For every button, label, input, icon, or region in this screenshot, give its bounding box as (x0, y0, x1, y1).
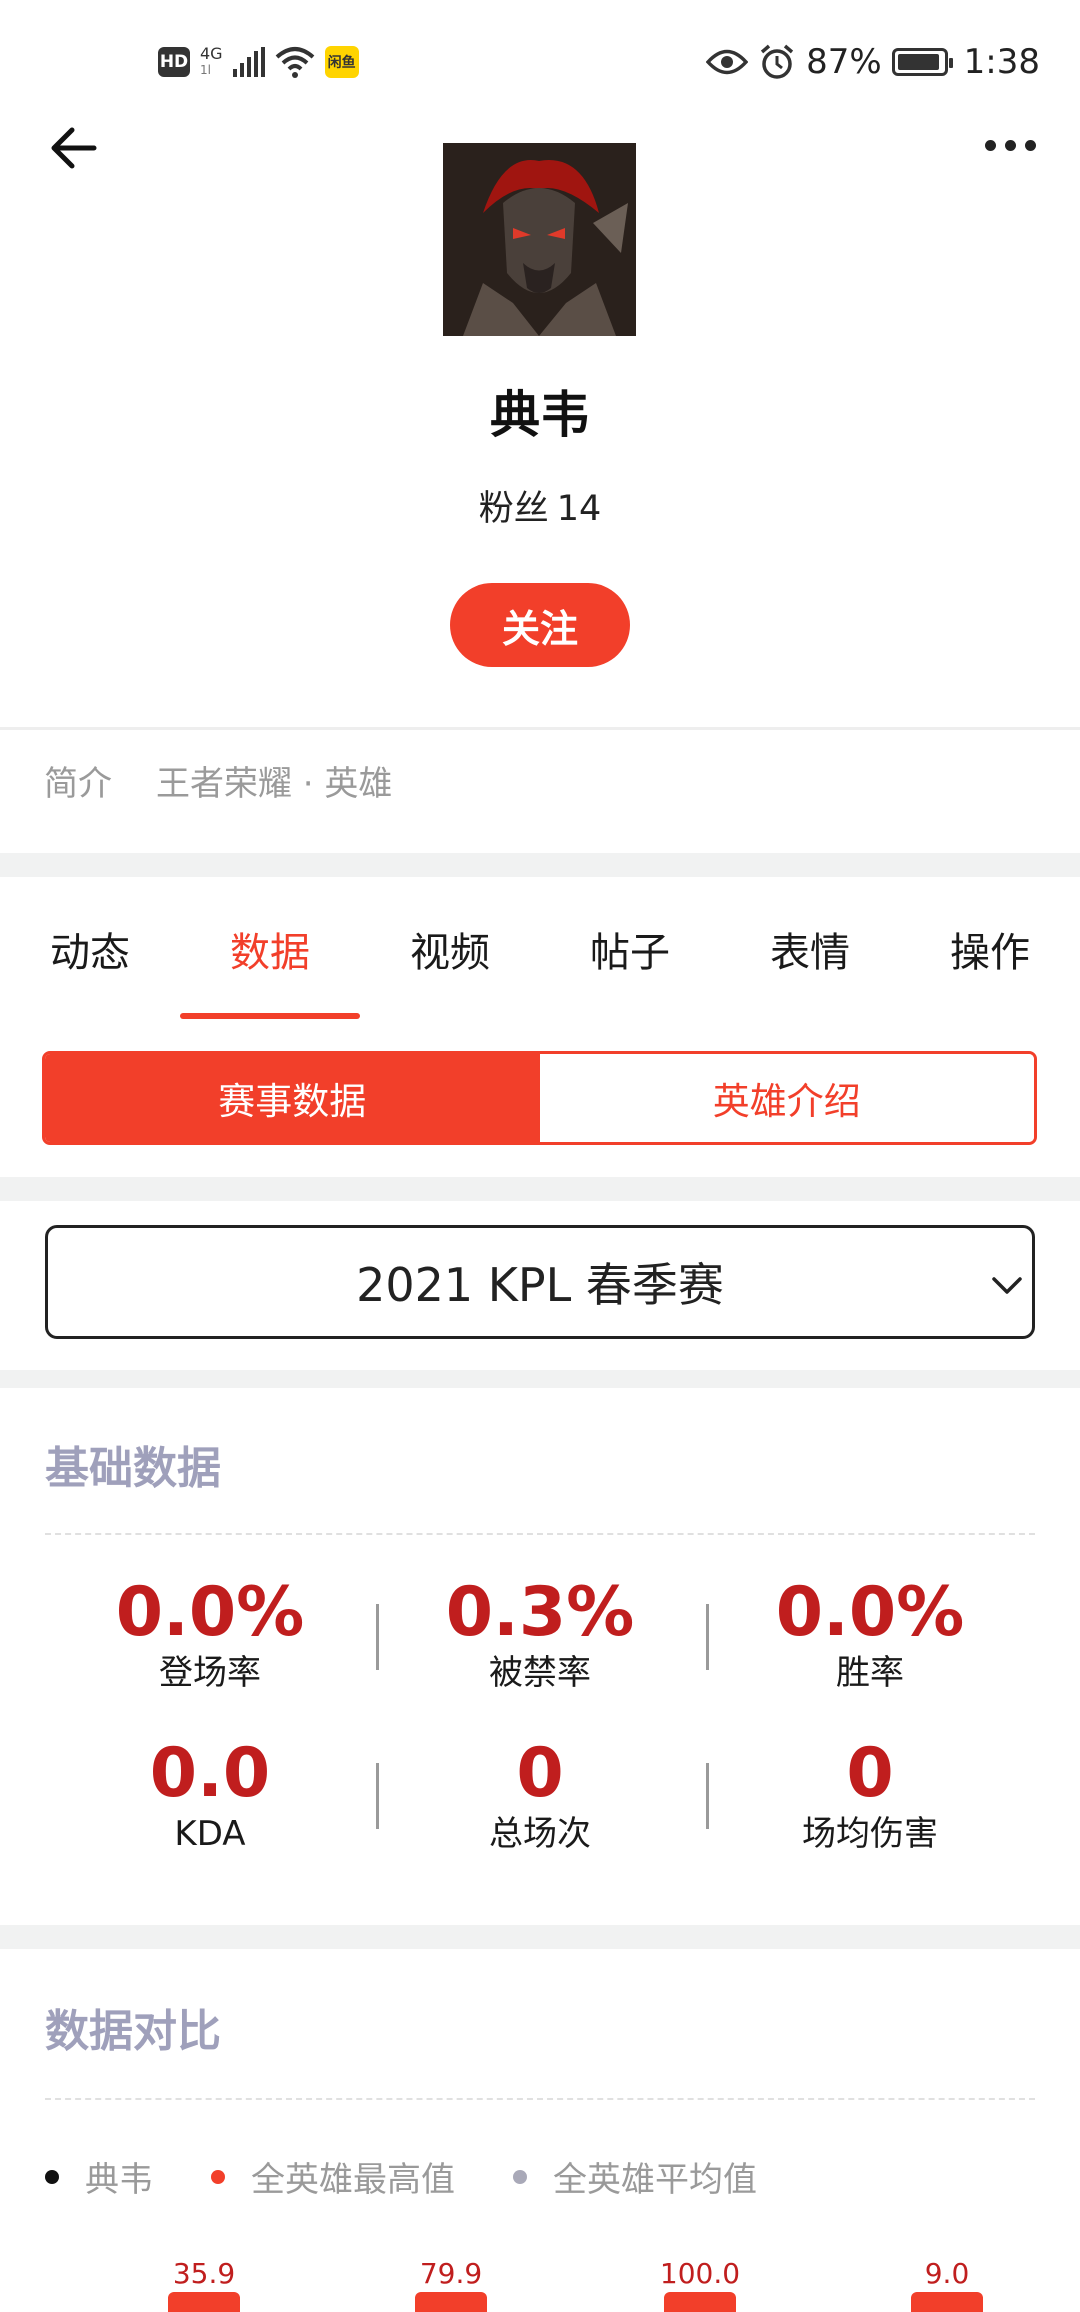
status-left: HD 4G 1l 闲鱼 (158, 40, 359, 84)
bar-value-label: 100.0 (659, 2257, 741, 2290)
wifi-icon (275, 47, 314, 78)
stat-avg-damage: 0 场均伤害 (705, 1734, 1035, 1854)
season-dropdown[interactable]: 2021 KPL 春季赛 (45, 1225, 1035, 1339)
intro-row: 简介 王者荣耀 · 英雄 (44, 756, 392, 805)
bar-value-label: 35.9 (172, 2257, 236, 2290)
stat-kda: 0.0 KDA (45, 1734, 375, 1854)
stat-label: KDA (174, 1814, 246, 1854)
more-horizontal-icon[interactable] (975, 125, 1045, 165)
section-gap (0, 1177, 1080, 1201)
section-gap (0, 853, 1080, 877)
bar-value-label: 9.0 (924, 2257, 970, 2290)
network-sub: 1l (200, 63, 211, 77)
legend-label: 全英雄最高值 (251, 2160, 455, 2200)
compare-title: 数据对比 (45, 2006, 221, 2057)
hd-badge: HD (158, 47, 190, 77)
bar-value-label: 79.9 (419, 2257, 483, 2290)
tab-videos[interactable]: 视频 (360, 920, 540, 978)
legend-dot (45, 2169, 59, 2184)
compare-bar (664, 2292, 736, 2312)
tab-posts[interactable]: 帖子 (540, 920, 720, 978)
stat-total-games: 0 总场次 (375, 1734, 705, 1854)
hero-portrait-image (443, 143, 636, 336)
stat-value: 0.3% (445, 1573, 635, 1652)
fans-number: 14 (556, 489, 602, 529)
tab-operations[interactable]: 操作 (900, 920, 1080, 978)
dashed-divider (45, 2098, 1035, 2100)
stat-value: 0.0 (149, 1734, 271, 1813)
status-right: 87% 1:38 (706, 38, 1040, 86)
legend-item-avg: 全英雄平均值 (513, 2152, 757, 2201)
intro-text: 王者荣耀 · 英雄 (156, 764, 393, 804)
fans-label: 粉丝 (478, 489, 549, 529)
arrow-left-icon[interactable] (44, 118, 104, 178)
compare-bar (911, 2292, 983, 2312)
network-type: 4G (200, 44, 223, 63)
legend-item-hero: 典韦 (45, 2152, 153, 2201)
segment-hero-intro[interactable]: 英雄介绍 (539, 1054, 1034, 1142)
tab-bar: 动态 数据 视频 帖子 表情 操作 (0, 900, 1080, 1020)
tab-data[interactable]: 数据 (180, 920, 360, 978)
stat-label: 总场次 (489, 1814, 591, 1854)
chart-legend: 典韦 全英雄最高值 全英雄平均值 (45, 2152, 815, 2201)
intro-label: 简介 (44, 764, 112, 804)
stat-label: 登场率 (159, 1653, 261, 1693)
status-bar: HD 4G 1l 闲鱼 87% 1:38 (0, 0, 1080, 110)
chevron-down-icon[interactable] (990, 1268, 1024, 1302)
stat-value: 0 (516, 1734, 564, 1813)
stat-value: 0 (846, 1734, 894, 1813)
legend-dot (513, 2169, 527, 2184)
hero-name: 典韦 (490, 386, 590, 444)
stat-label: 场均伤害 (802, 1814, 938, 1854)
divider (0, 727, 1080, 730)
network-indicator: 4G 1l (200, 46, 223, 78)
alarm-icon (760, 44, 794, 79)
dashed-divider (45, 1533, 1035, 1535)
tab-stickers[interactable]: 表情 (720, 920, 900, 978)
legend-dot (211, 2169, 225, 2184)
compare-bar (168, 2292, 240, 2312)
follow-button[interactable]: 关注 (450, 583, 630, 667)
stat-win-rate: 0.0% 胜率 (705, 1573, 1035, 1693)
fans-count: 粉丝 14 (0, 480, 1080, 531)
section-gap (0, 1925, 1080, 1949)
active-tab-indicator (180, 1013, 360, 1019)
basic-data-title: 基础数据 (45, 1443, 221, 1494)
compare-bar (415, 2292, 487, 2312)
clock-time: 1:38 (963, 42, 1040, 82)
stat-label: 胜率 (836, 1653, 904, 1693)
legend-label: 典韦 (85, 2160, 153, 2200)
stat-value: 0.0% (115, 1573, 305, 1652)
stat-label: 被禁率 (489, 1653, 591, 1693)
season-value: 2021 KPL 春季赛 (356, 1258, 724, 1312)
legend-label: 全英雄平均值 (553, 2160, 757, 2200)
segment-match-data[interactable]: 赛事数据 (45, 1054, 540, 1142)
tab-dynamic[interactable]: 动态 (0, 920, 180, 978)
app-notification-icon: 闲鱼 (324, 46, 359, 78)
legend-item-max: 全英雄最高值 (211, 2152, 455, 2201)
battery-percent: 87% (806, 42, 882, 82)
hero-avatar (443, 143, 636, 336)
signal-icon (232, 47, 265, 77)
battery-icon (891, 48, 953, 76)
eye-icon (706, 49, 749, 75)
section-gap (0, 1370, 1080, 1388)
stat-ban-rate: 0.3% 被禁率 (375, 1573, 705, 1693)
segment-control: 赛事数据 英雄介绍 (42, 1051, 1037, 1145)
stat-value: 0.0% (775, 1573, 965, 1652)
stat-appearance-rate: 0.0% 登场率 (45, 1573, 375, 1693)
